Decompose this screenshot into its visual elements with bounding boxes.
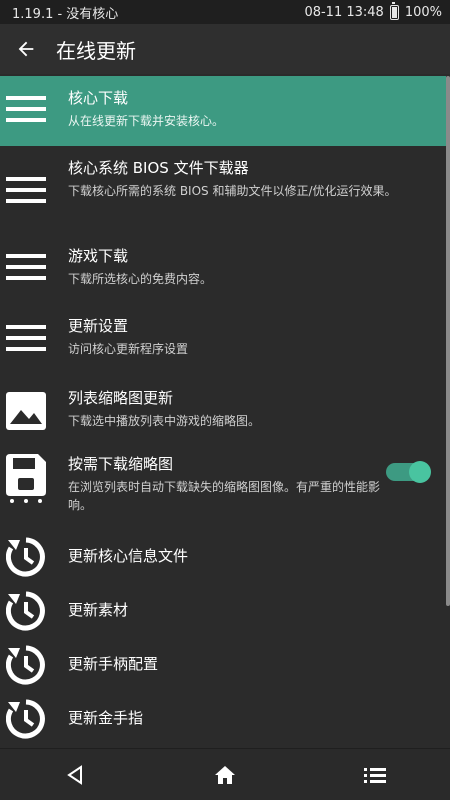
item-title: 更新金手指 [68,709,144,727]
page-title: 在线更新 [56,38,136,63]
navigation-bar [0,748,450,800]
item-desc: 在浏览列表时自动下载缺失的缩略图图像。有严重的性能影响。 [68,480,381,512]
menu-lines-icon [6,251,46,283]
floppy-disk-icon [6,454,46,504]
item-title: 核心系统 BIOS 文件下载器 [68,159,249,177]
item-desc: 从在线更新下载并安装核心。 [68,114,225,128]
item-desc: 访问核心更新程序设置 [68,342,189,356]
item-title: 核心下载 [68,89,129,107]
menu-lines-icon [6,93,46,125]
list-item-update-controller-profiles[interactable]: 更新手柄配置 [0,638,446,692]
update-clock-icon [6,644,46,686]
thumbnail-toggle[interactable] [386,461,431,483]
update-clock-icon [6,590,46,632]
item-title: 更新设置 [68,317,129,335]
list-item-update-settings[interactable]: 更新设置 访问核心更新程序设置 [0,304,446,376]
menu-lines-icon [6,174,46,206]
item-title: 更新核心信息文件 [68,547,189,565]
scrollbar[interactable] [446,76,450,606]
status-bar: 1.19.1 - 没有核心 08-11 13:48 100% [0,0,450,24]
item-title: 更新手柄配置 [68,655,159,673]
list-item-bios-downloader[interactable]: 核心系统 BIOS 文件下载器 下载核心所需的系统 BIOS 和辅助文件以修正/… [0,146,446,234]
arrow-left-icon[interactable] [12,35,40,63]
item-title: 更新素材 [68,601,129,619]
list-item-update-core-info[interactable]: 更新核心信息文件 [0,530,446,584]
list-icon[interactable] [345,755,405,795]
list-item-thumbnail-update[interactable]: 列表缩略图更新 下载选中播放列表中游戏的缩略图。 [0,376,446,442]
home-icon[interactable] [195,755,255,795]
battery-level: 100% [404,4,442,20]
list-item-update-assets[interactable]: 更新素材 [0,584,446,638]
item-desc: 下载核心所需的系统 BIOS 和辅助文件以修正/优化运行效果。 [68,184,397,198]
status-left-text: 1.19.1 - 没有核心 [12,6,119,22]
item-title: 游戏下载 [68,247,129,265]
item-title: 列表缩略图更新 [68,389,174,407]
update-clock-icon [6,698,46,740]
image-icon [6,392,46,430]
back-triangle-icon[interactable] [45,755,105,795]
update-clock-icon [6,536,46,578]
list-item-game-download[interactable]: 游戏下载 下载所选核心的免费内容。 [0,234,446,304]
app-bar: 在线更新 [0,24,450,74]
item-desc: 下载所选核心的免费内容。 [68,272,213,286]
status-time: 08-11 13:48 [304,4,384,20]
list-item-on-demand-thumbnails[interactable]: 按需下载缩略图 在浏览列表时自动下载缺失的缩略图图像。有严重的性能影响。 [0,442,446,530]
status-right: 08-11 13:48 100% [304,1,442,20]
list-item-core-download[interactable]: 核心下载 从在线更新下载并安装核心。 [0,76,446,146]
settings-list[interactable]: 核心下载 从在线更新下载并安装核心。 核心系统 BIOS 文件下载器 下载核心所… [0,76,446,748]
menu-lines-icon [6,322,46,354]
list-item-update-cheats[interactable]: 更新金手指 [0,692,446,746]
item-desc: 下载选中播放列表中游戏的缩略图。 [68,414,261,428]
battery-icon [389,1,399,20]
item-title: 按需下载缩略图 [68,455,174,473]
